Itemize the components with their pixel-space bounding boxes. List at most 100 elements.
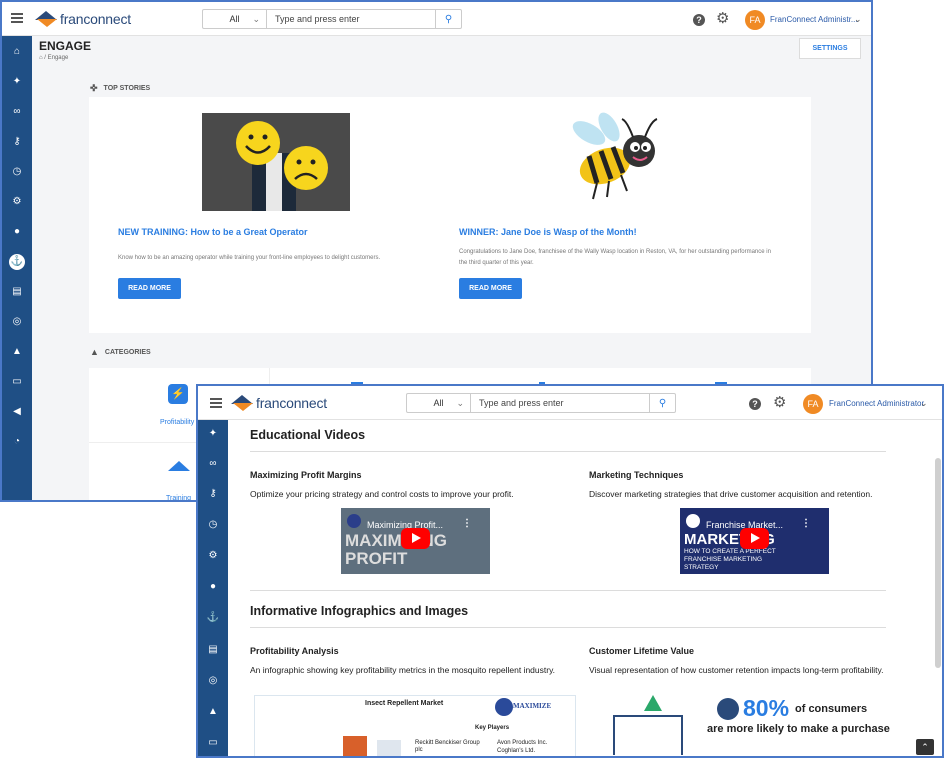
search-icon[interactable]: ⚲ [435, 10, 461, 28]
infographic-image-title: Insect Repellent Market [365, 700, 444, 707]
graduation-cap-icon[interactable]: ▲ [205, 704, 221, 720]
gear-icon[interactable]: ⚙ [773, 395, 786, 410]
support-icon[interactable]: ◎ [205, 673, 221, 689]
search-icon[interactable]: ⚲ [649, 394, 675, 412]
sidebar: ⌂ ✦ ∞ ⚷ ◷ ⚙ ● ⚓ ▤ ◎ ▲ ▭ ◀ ◔ [2, 36, 32, 500]
shapes-icon: ▲ [90, 347, 99, 357]
home-icon[interactable]: ⌂ [9, 44, 25, 60]
video-player-1[interactable]: Maximizing Profit... ⋮ MAXIMIZING PROFIT [341, 508, 490, 574]
bar-graphic [343, 736, 367, 756]
franconnect-logo[interactable]: franconnect [35, 9, 131, 29]
category-training[interactable]: Training [166, 495, 191, 500]
key-icon[interactable]: ⚷ [205, 486, 221, 502]
infographic-player-1: Reckitt Benckiser Group plc [415, 740, 480, 753]
chevron-down-icon[interactable]: ⌄ [920, 398, 928, 409]
content-window: franconnect All ⌄ Type and press enter ⚲ … [196, 384, 944, 758]
divider [250, 451, 886, 452]
engage-icon[interactable]: ⚓ [205, 610, 221, 626]
infographic-title-2: Customer Lifetime Value [589, 646, 695, 656]
megaphone-icon[interactable]: ◀ [9, 404, 25, 420]
top-bar: franconnect All ⌄ Type and press enter ⚲ … [2, 2, 871, 36]
lightbulb-icon[interactable]: ✦ [9, 74, 25, 90]
read-more-button-1[interactable]: READ MORE [118, 278, 181, 299]
story-image-wasp[interactable] [567, 111, 667, 211]
story-image-operator[interactable] [202, 113, 350, 211]
breadcrumb-engage: / Engage [44, 55, 69, 61]
top-stories-label: TOP STORIES [103, 85, 151, 92]
settings-icon[interactable]: ⚙ [9, 194, 25, 210]
chevron-down-icon[interactable]: ⌄ [854, 14, 862, 25]
sidebar: ✦ ∞ ⚷ ◷ ⚙ ● ⚓ ▤ ◎ ▲ ▭ [198, 420, 228, 756]
video-player-2[interactable]: Franchise Market... ⋮ MARKETING HOW TO C… [680, 508, 829, 574]
videos-heading: Educational Videos [250, 428, 366, 442]
chat-icon[interactable]: ▤ [205, 642, 221, 658]
scrollbar[interactable] [935, 458, 941, 668]
more-icon[interactable]: ⋮ [801, 518, 811, 529]
play-icon[interactable] [401, 528, 430, 549]
avatar[interactable]: FA [745, 10, 765, 30]
infographic-image-2[interactable]: 80% of consumers are more likely to make… [589, 695, 909, 756]
hamburger-icon[interactable] [11, 13, 23, 23]
logo-text: franconnect [256, 395, 327, 411]
avatar[interactable]: FA [803, 394, 823, 414]
infographic-player-2: Avon Products Inc. [497, 740, 548, 746]
star-icon [644, 695, 662, 711]
search-input[interactable]: Type and press enter [267, 14, 435, 24]
video-thumb-sub-2: HOW TO CREATE A PERFECT FRANCHISE MARKET… [684, 548, 776, 571]
play-icon[interactable] [740, 528, 769, 549]
help-icon[interactable]: ? [693, 14, 705, 26]
video-title-1: Maximizing Profit Margins [250, 470, 362, 480]
more-icon[interactable]: ⋮ [462, 518, 472, 529]
lightbulb-icon[interactable]: ✦ [205, 426, 221, 442]
divider [250, 627, 886, 628]
settings-button[interactable]: SETTINGS [799, 38, 861, 59]
box-graphic [613, 715, 683, 755]
support-icon[interactable]: ◎ [9, 314, 25, 330]
video-title-2: Marketing Techniques [589, 470, 684, 480]
gear-icon[interactable]: ⚙ [716, 11, 729, 26]
global-search: All ⌄ Type and press enter ⚲ [406, 393, 676, 413]
handshake-icon[interactable]: ∞ [9, 104, 25, 120]
logo-text: franconnect [60, 11, 131, 27]
content-main: Educational Videos Maximizing Profit Mar… [228, 420, 942, 756]
key-icon[interactable]: ⚷ [9, 134, 25, 150]
handshake-icon[interactable]: ∞ [205, 456, 221, 472]
infographic-brand: MAXIMIZE [513, 702, 552, 710]
story-desc-2: Congratulations to Jane Doe, franchisee … [459, 249, 771, 266]
pie-icon [717, 698, 739, 720]
message-icon[interactable]: ▭ [205, 735, 221, 751]
money-bag-icon[interactable]: ● [205, 579, 221, 595]
infographic-image-1[interactable]: Insect Repellent Market MAXIMIZE Key Pla… [254, 695, 576, 756]
story-title-1[interactable]: NEW TRAINING: How to be a Great Operator [118, 227, 308, 237]
logo-icon [35, 9, 57, 29]
home-icon[interactable]: ⌂ [39, 55, 43, 61]
infographic-player-3: Coghlan's Ltd. [497, 748, 536, 754]
chart-icon[interactable]: ◔ [9, 434, 25, 450]
scroll-to-top-icon[interactable]: ⌃ [916, 739, 934, 755]
pin-icon: ✜ [90, 83, 98, 93]
engage-icon[interactable]: ⚓ [9, 254, 25, 270]
infographic-key-players: Key Players [475, 725, 510, 731]
stat-line2: are more likely to make a purchase [707, 723, 890, 735]
dashboard-icon[interactable]: ◷ [205, 517, 221, 533]
user-name[interactable]: FranConnect Administr... [770, 15, 858, 24]
money-bag-icon[interactable]: ● [9, 224, 25, 240]
settings-icon[interactable]: ⚙ [205, 548, 221, 564]
graduation-cap-icon[interactable] [168, 461, 190, 471]
story-title-2[interactable]: WINNER: Jane Doe is Wasp of the Month! [459, 227, 637, 237]
maximize-logo-icon [495, 698, 513, 716]
search-scope-select[interactable]: All ⌄ [407, 394, 471, 412]
help-icon[interactable]: ? [749, 398, 761, 410]
dashboard-icon[interactable]: ◷ [9, 164, 25, 180]
search-input[interactable]: Type and press enter [471, 398, 649, 408]
category-profitability[interactable]: Profitability [160, 419, 194, 426]
franconnect-logo[interactable]: franconnect [231, 393, 327, 413]
hamburger-icon[interactable] [210, 398, 222, 408]
read-more-button-2[interactable]: READ MORE [459, 278, 522, 299]
search-scope-select[interactable]: All ⌄ [203, 10, 267, 28]
user-name[interactable]: FranConnect Administrator [829, 399, 924, 408]
graduation-cap-icon[interactable]: ▲ [9, 344, 25, 360]
chat-icon[interactable]: ▤ [9, 284, 25, 300]
message-icon[interactable]: ▭ [9, 374, 25, 390]
gear-dollar-icon[interactable]: ⚡ [168, 384, 188, 404]
